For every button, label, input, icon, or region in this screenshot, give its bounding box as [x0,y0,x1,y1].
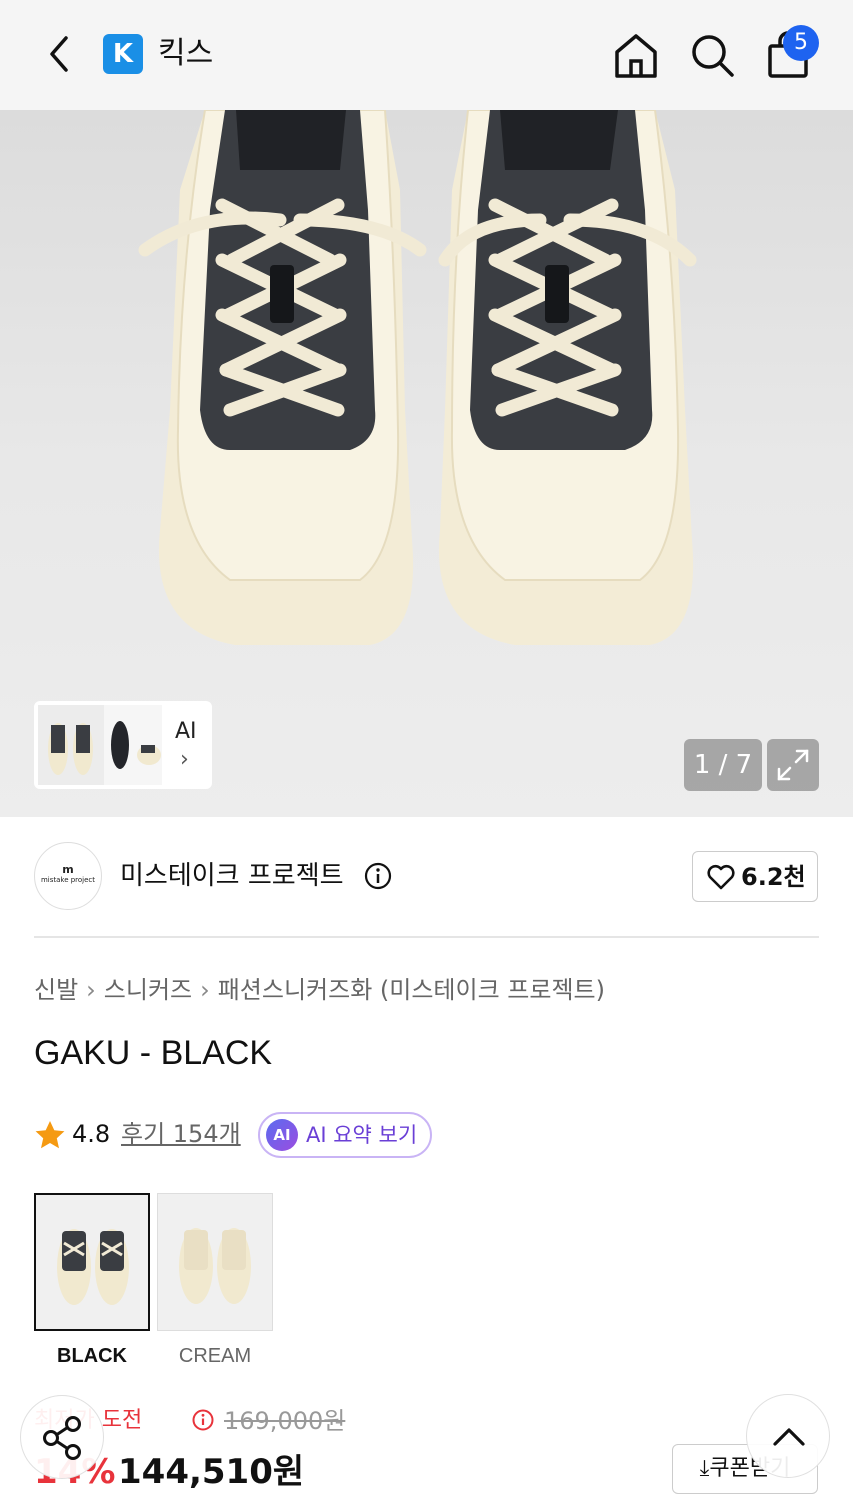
top-app-bar: K 킥스 5 [0,0,853,110]
breadcrumb-item[interactable]: 패션스니커즈화 (미스테이크 프로젝트) [218,976,605,1004]
download-icon: ⤓ [699,1456,710,1481]
heart-icon [707,864,735,890]
sale-price: 144,510원 [118,1452,305,1492]
brand-logo-text: mistake project [40,876,96,884]
brand-like-button[interactable]: 6.2천 [692,851,818,902]
like-count: 6.2천 [741,863,806,891]
color-thumbnail [57,1229,129,1305]
color-thumbnail [179,1228,251,1304]
product-title: GAKU - BLACK [34,1034,273,1072]
chevron-right-icon: › [180,747,189,772]
brand-logo[interactable]: m mistake project [34,842,102,910]
expand-button[interactable] [767,739,819,791]
original-price: 169,000원 [224,1407,346,1435]
info-icon[interactable] [192,1409,214,1431]
brand-name[interactable]: 미스테이크 프로젝트 [120,856,344,896]
thumbnail-image[interactable] [38,705,162,785]
star-icon [35,1121,65,1149]
chevron-left-icon [50,36,68,72]
ai-thumbnail-strip[interactable]: AI › [34,701,212,789]
thumbnail-photo [38,705,162,785]
chevron-right-icon: › [200,976,210,1004]
chevron-right-icon: › [86,976,96,1004]
search-button[interactable] [688,30,736,80]
ai-badge-icon: AI [266,1119,298,1151]
brand-logo-mark: m [62,863,74,876]
scroll-to-top-button[interactable] [746,1394,830,1478]
cart-count-badge: 5 [783,25,819,61]
review-count-link[interactable]: 후기 154개 [121,1116,241,1152]
image-page-counter: 1 / 7 [684,739,762,791]
rating-value: 4.8 [72,1120,111,1148]
home-icon [615,34,657,78]
app-logo[interactable]: K [103,34,143,74]
share-icon [43,1416,81,1460]
color-option-cream[interactable] [157,1193,273,1331]
divider [34,936,819,938]
breadcrumb: 신발 › 스니커즈 › 패션스니커즈화 (미스테이크 프로젝트) [34,970,605,1010]
back-button[interactable] [40,34,80,74]
breadcrumb-item[interactable]: 신발 [34,976,78,1004]
expand-icon [777,749,809,781]
chevron-up-icon [773,1428,805,1446]
ai-summary-label: AI 요약 보기 [306,1123,418,1147]
ai-summary-button[interactable]: AI AI 요약 보기 [258,1112,432,1158]
search-icon [692,35,734,77]
ai-label: AI [175,719,197,744]
product-image-gallery[interactable]: AI › 1 / 7 [0,110,853,817]
share-button[interactable] [20,1395,104,1479]
color-option-black[interactable] [34,1193,150,1331]
color-label-black: BLACK [57,1345,127,1367]
home-button[interactable] [612,30,660,80]
info-icon[interactable] [364,862,392,890]
breadcrumb-item[interactable]: 스니커즈 [104,976,192,1004]
app-name[interactable]: 킥스 [158,34,213,74]
color-label-cream: CREAM [178,1345,252,1367]
